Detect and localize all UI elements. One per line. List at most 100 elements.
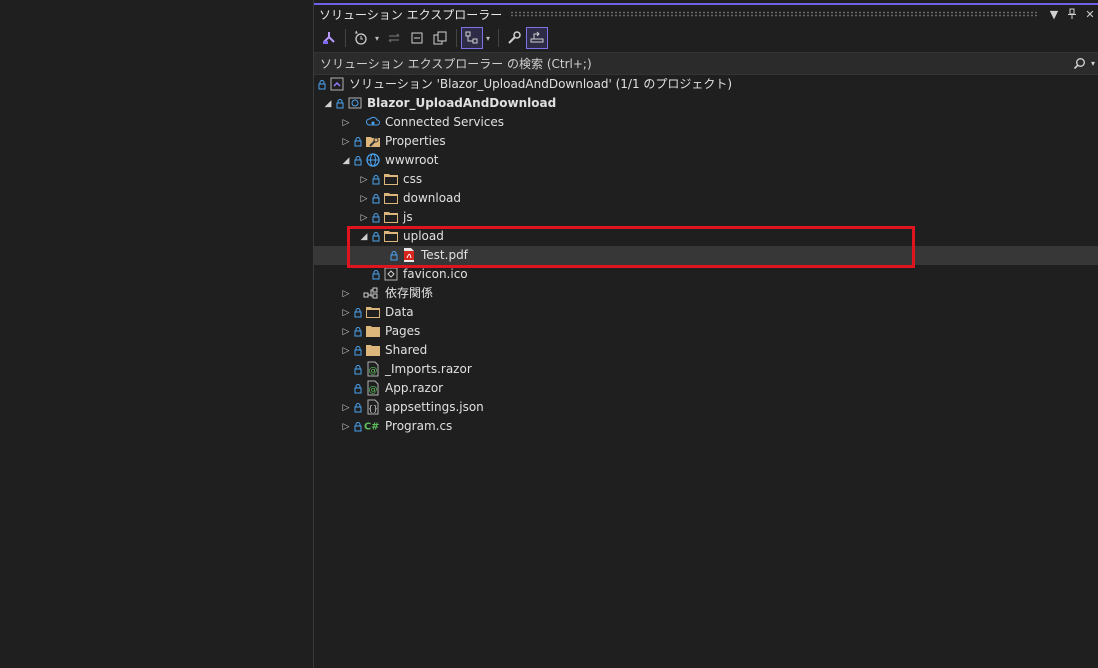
tree-item-pages[interactable]: ▷ Pages bbox=[314, 322, 1098, 341]
tree-item-label: App.razor bbox=[385, 381, 444, 395]
tree-item-download[interactable]: ▷ download bbox=[314, 189, 1098, 208]
collapsed-arrow-icon[interactable]: ▷ bbox=[359, 170, 369, 189]
collapsed-arrow-icon[interactable]: ▷ bbox=[341, 132, 351, 151]
pin-icon[interactable] bbox=[1063, 5, 1081, 23]
collapsed-arrow-icon[interactable]: ▷ bbox=[341, 284, 351, 303]
tree-item-css[interactable]: ▷ css bbox=[314, 170, 1098, 189]
tree-item-favicon[interactable]: favicon.ico bbox=[314, 265, 1098, 284]
solution-icon bbox=[329, 76, 345, 92]
globe-icon bbox=[365, 152, 381, 168]
toolbar-separator bbox=[456, 29, 457, 47]
toolbar: ▾ ▾ bbox=[314, 25, 1098, 51]
tree-item-upload[interactable]: ◢ upload bbox=[314, 227, 1098, 246]
folder-icon bbox=[383, 190, 399, 206]
folder-icon bbox=[383, 171, 399, 187]
svg-text:@: @ bbox=[369, 385, 378, 395]
show-all-files-button[interactable] bbox=[429, 27, 451, 49]
chevron-down-icon[interactable]: ▾ bbox=[484, 34, 492, 43]
tree-item-label: Pages bbox=[385, 324, 421, 338]
preview-selected-items-button[interactable] bbox=[526, 27, 548, 49]
close-icon[interactable]: ✕ bbox=[1081, 5, 1098, 23]
lock-icon bbox=[390, 246, 398, 265]
properties-button[interactable] bbox=[503, 27, 525, 49]
lock-icon bbox=[372, 208, 380, 227]
pending-changes-filter-button[interactable] bbox=[350, 27, 372, 49]
collapse-all-button[interactable] bbox=[406, 27, 428, 49]
tree-item-imports-razor[interactable]: @ _Imports.razor bbox=[314, 360, 1098, 379]
expanded-arrow-icon[interactable]: ◢ bbox=[341, 151, 351, 170]
tree-item-label: ソリューション 'Blazor_UploadAndDownload' (1/1 … bbox=[349, 77, 733, 91]
collapsed-arrow-icon[interactable]: ▷ bbox=[341, 398, 351, 417]
svg-text:C#: C# bbox=[364, 422, 379, 433]
collapsed-arrow-icon[interactable]: ▷ bbox=[341, 417, 351, 436]
tree-item-dependencies[interactable]: ▷ 依存関係 bbox=[314, 284, 1098, 303]
sync-with-active-document-button[interactable] bbox=[383, 27, 405, 49]
folder-icon bbox=[383, 228, 399, 244]
json-file-icon: {} bbox=[365, 399, 381, 415]
search-icon[interactable] bbox=[1071, 57, 1087, 70]
tree-item-label: js bbox=[403, 210, 413, 224]
collapsed-arrow-icon[interactable]: ▷ bbox=[341, 322, 351, 341]
collapsed-arrow-icon[interactable]: ▷ bbox=[359, 208, 369, 227]
tree-item-label: Blazor_UploadAndDownload bbox=[367, 96, 557, 110]
svg-text:{}: {} bbox=[368, 404, 378, 413]
tree-item-label: download bbox=[403, 191, 462, 205]
tree-item-program-cs[interactable]: ▷ C# Program.cs bbox=[314, 417, 1098, 436]
chevron-down-icon[interactable]: ▾ bbox=[373, 34, 381, 43]
lock-icon bbox=[318, 75, 326, 94]
tree-item-test-pdf[interactable]: Test.pdf bbox=[314, 246, 1098, 265]
lock-icon bbox=[372, 189, 380, 208]
tree-item-label: favicon.ico bbox=[403, 267, 468, 281]
tree-item-label: wwwroot bbox=[385, 153, 439, 167]
expanded-arrow-icon[interactable]: ◢ bbox=[323, 94, 333, 113]
lock-icon bbox=[354, 379, 362, 398]
cloud-icon bbox=[365, 114, 381, 130]
razor-file-icon: @ bbox=[365, 361, 381, 377]
collapsed-arrow-icon[interactable]: ▷ bbox=[341, 303, 351, 322]
lock-icon bbox=[354, 132, 362, 151]
solution-explorer-panel: ソリューション エクスプローラー ▼ ✕ ▾ ▾ ソリューション エクスプローラ… bbox=[313, 0, 1098, 668]
folder-icon bbox=[365, 304, 381, 320]
tree-item-label: Shared bbox=[385, 343, 428, 357]
toolbar-separator bbox=[498, 29, 499, 47]
tree-item-label: Test.pdf bbox=[421, 248, 468, 262]
panel-titlebar: ソリューション エクスプローラー ▼ ✕ bbox=[314, 5, 1098, 23]
tree-item-project[interactable]: ◢ Blazor_UploadAndDownload bbox=[314, 94, 1098, 113]
lock-icon bbox=[372, 265, 380, 284]
svg-text:@: @ bbox=[369, 366, 378, 376]
tree-item-label: css bbox=[403, 172, 423, 186]
tree-item-wwwroot[interactable]: ◢ wwwroot bbox=[314, 151, 1098, 170]
title-grip[interactable] bbox=[510, 11, 1037, 17]
search-options-dropdown-icon[interactable]: ▾ bbox=[1087, 59, 1098, 68]
tree-item-appsettings-json[interactable]: ▷ {} appsettings.json bbox=[314, 398, 1098, 417]
tree-item-js[interactable]: ▷ js bbox=[314, 208, 1098, 227]
lock-icon bbox=[354, 360, 362, 379]
tree-item-label: 依存関係 bbox=[385, 286, 434, 300]
tree-item-connected-services[interactable]: ▷ Connected Services bbox=[314, 113, 1098, 132]
tree-item-label: Program.cs bbox=[385, 419, 453, 433]
razor-file-icon: @ bbox=[365, 380, 381, 396]
clock-icon bbox=[355, 30, 367, 45]
switch-views-button[interactable] bbox=[318, 27, 340, 49]
tree-item-shared[interactable]: ▷ Shared bbox=[314, 341, 1098, 360]
copy-icon bbox=[433, 31, 447, 45]
expanded-arrow-icon[interactable]: ◢ bbox=[359, 227, 369, 246]
tree-item-solution[interactable]: ソリューション 'Blazor_UploadAndDownload' (1/1 … bbox=[314, 75, 1098, 94]
dependencies-icon bbox=[363, 285, 379, 301]
collapse-icon bbox=[411, 32, 423, 44]
folder-icon bbox=[365, 342, 381, 358]
lock-icon bbox=[354, 417, 362, 436]
search-bar[interactable]: ソリューション エクスプローラー の検索 (Ctrl+;) ▾ bbox=[314, 52, 1098, 75]
toggle-hierarchy-button[interactable] bbox=[461, 27, 483, 49]
tree-item-label: upload bbox=[403, 229, 444, 243]
tree-item-app-razor[interactable]: @ App.razor bbox=[314, 379, 1098, 398]
collapsed-arrow-icon[interactable]: ▷ bbox=[359, 189, 369, 208]
search-input[interactable]: ソリューション エクスプローラー の検索 (Ctrl+;) bbox=[320, 55, 1071, 72]
wrench-icon bbox=[508, 31, 521, 44]
collapsed-arrow-icon[interactable]: ▷ bbox=[341, 341, 351, 360]
window-position-dropdown-icon[interactable]: ▼ bbox=[1045, 5, 1063, 23]
tree-item-properties[interactable]: ▷ Properties bbox=[314, 132, 1098, 151]
collapsed-arrow-icon[interactable]: ▷ bbox=[341, 113, 351, 132]
tree-item-data[interactable]: ▷ Data bbox=[314, 303, 1098, 322]
properties-wrench-icon bbox=[365, 133, 381, 149]
